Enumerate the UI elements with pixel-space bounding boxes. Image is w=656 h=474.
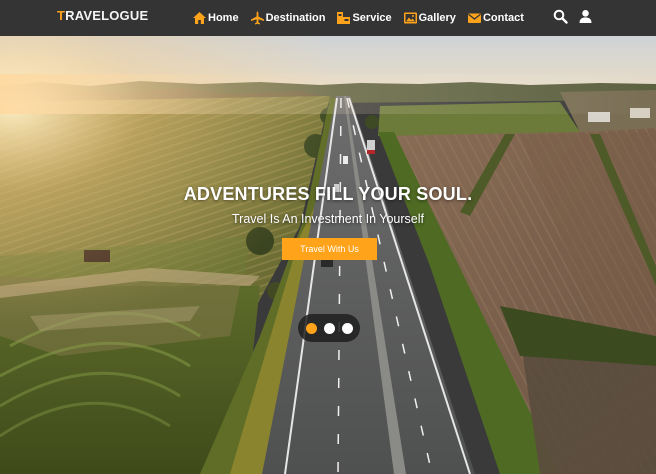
logo-first-letter: T [57,8,66,23]
home-icon [192,11,207,25]
logo-text: RAVELOGUE [65,8,149,23]
nav-label-gallery: Gallery [418,12,456,24]
nav-label-service: Service [352,12,392,24]
nav-label-contact: Contact [482,12,524,24]
nav-item-gallery[interactable]: Gallery [403,11,456,25]
page: TRAVELOGUE Home Destination Service Gall… [0,0,656,474]
nav-item-contact[interactable]: Contact [467,11,524,25]
nav-label-destination: Destination [265,12,326,24]
nav-right-actions [553,9,593,24]
travel-with-us-button[interactable]: Travel With Us [282,238,377,260]
carousel-dot-3[interactable] [342,323,353,334]
navbar: TRAVELOGUE Home Destination Service Gall… [0,0,656,36]
nav-label-home: Home [208,12,239,24]
nav-item-destination[interactable]: Destination [250,11,326,25]
carousel-dot-1[interactable] [306,323,317,334]
service-icon [336,11,351,25]
carousel-indicators [298,314,360,342]
plane-icon [250,11,265,25]
hero-title: ADVENTURES FILL YOUR SOUL. [183,184,473,204]
user-icon[interactable] [578,9,593,24]
nav-item-service[interactable]: Service [336,11,392,25]
envelope-icon [467,11,482,25]
carousel-dot-2[interactable] [324,323,335,334]
nav-item-home[interactable]: Home [192,11,239,25]
gallery-icon [403,11,418,25]
site-logo[interactable]: TRAVELOGUE [57,8,148,23]
main-nav: Home Destination Service Gallery Contact [192,9,524,27]
search-icon[interactable] [553,9,568,24]
hero-subtitle: Travel Is An Investment In Yourself [232,212,424,226]
hero-section: ADVENTURES FILL YOUR SOUL. Travel Is An … [0,36,656,474]
